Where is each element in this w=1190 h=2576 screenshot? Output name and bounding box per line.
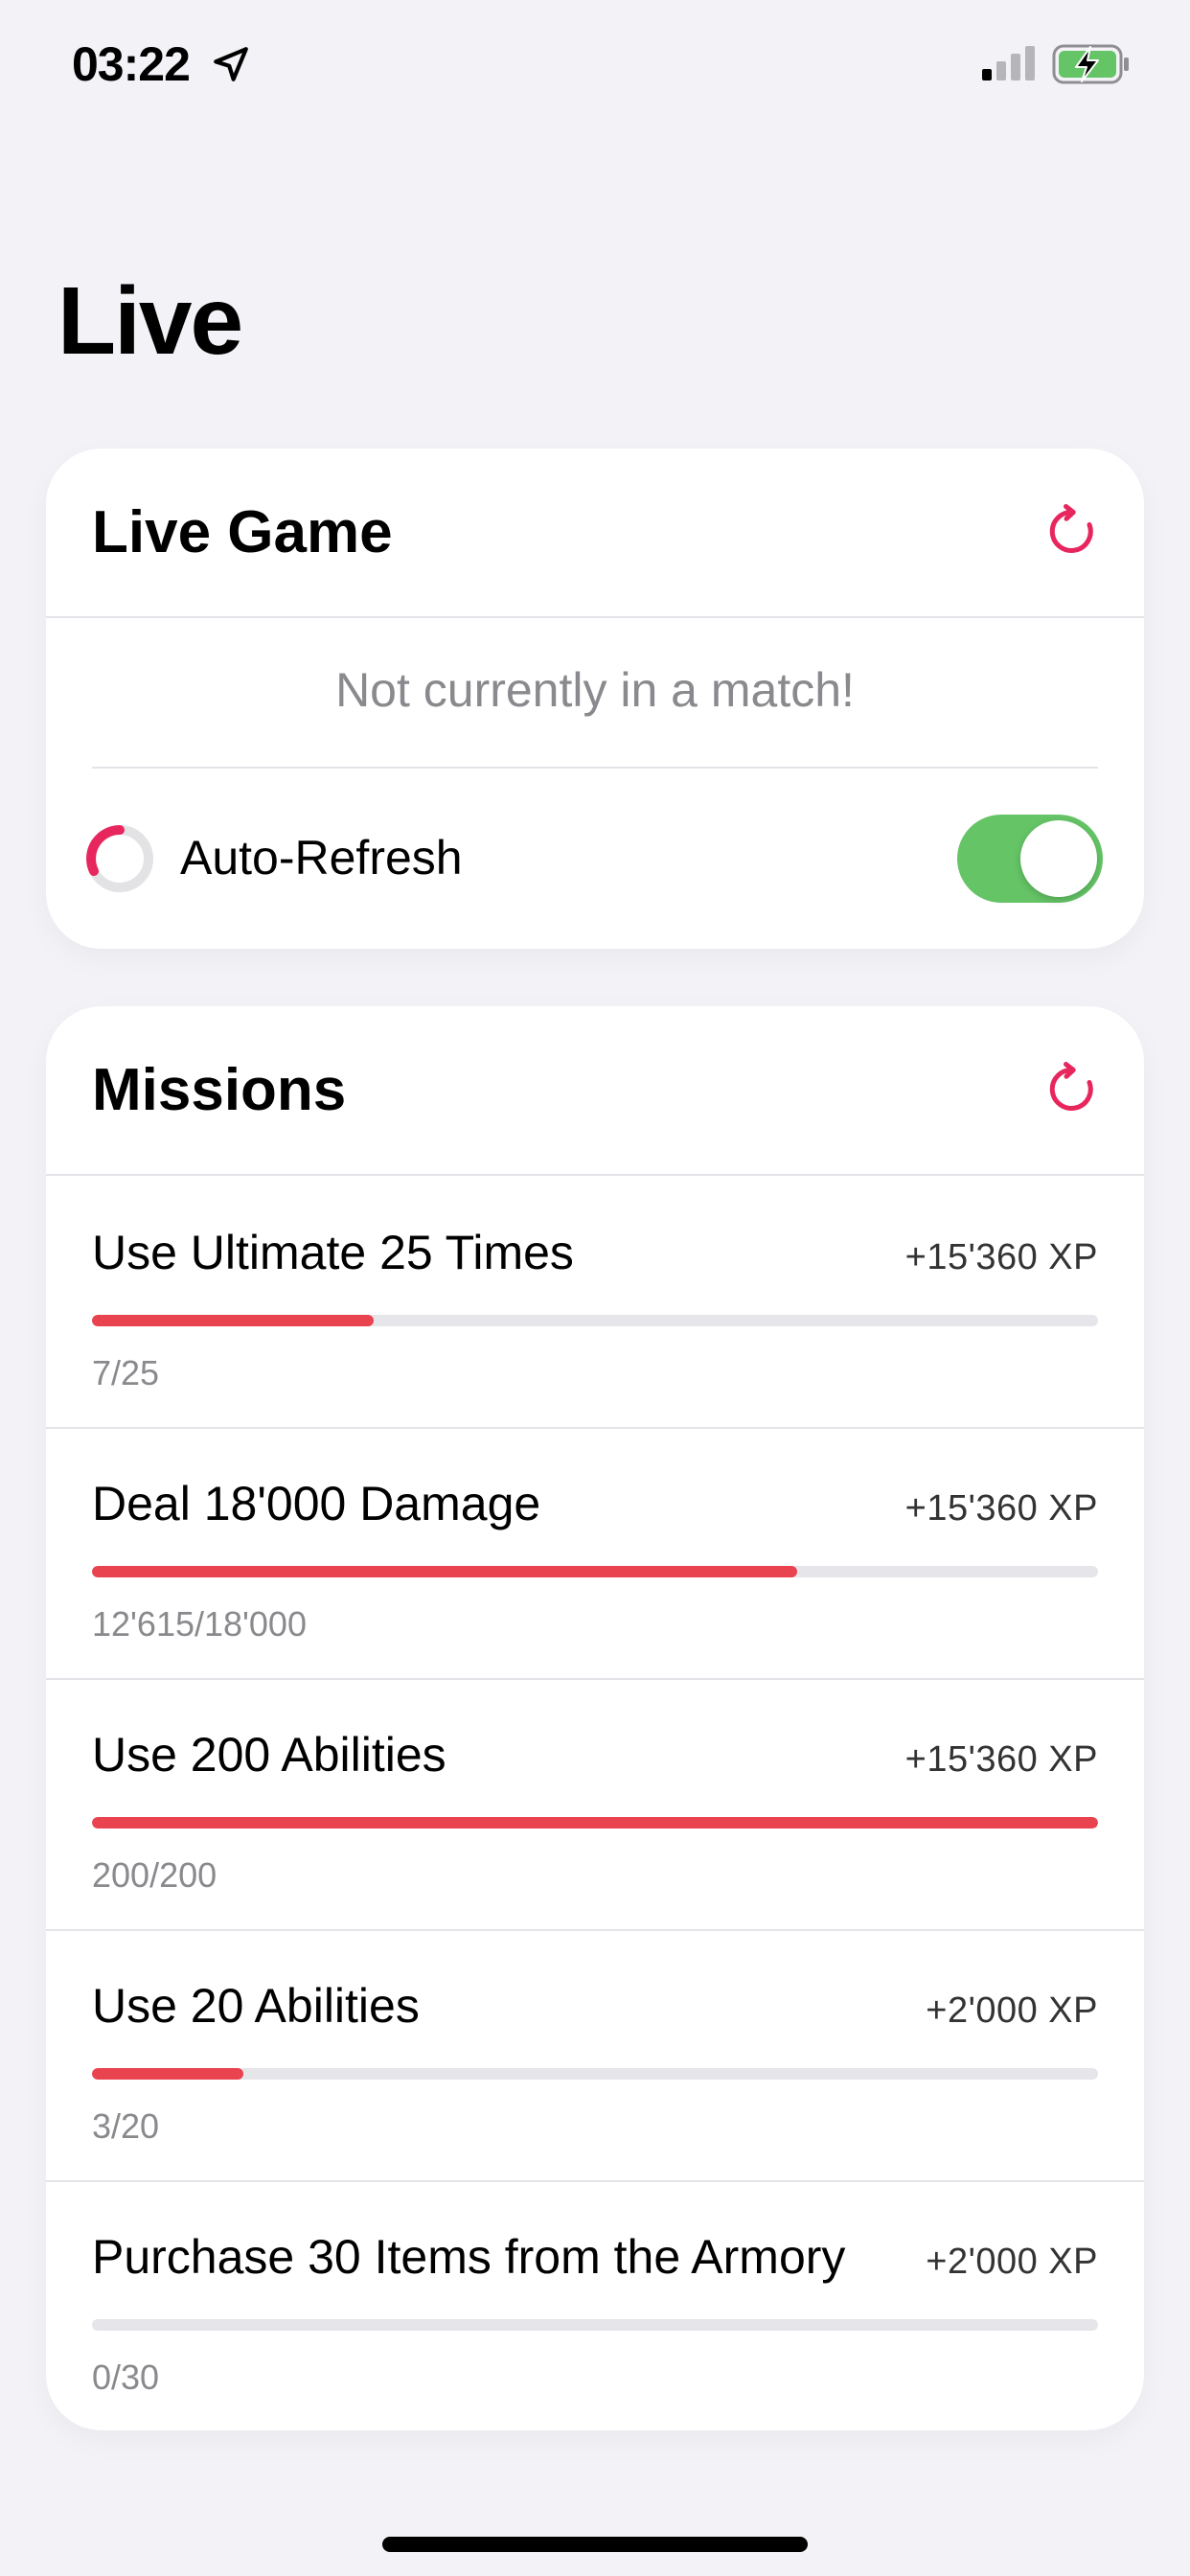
battery-charging-icon: [1052, 44, 1129, 84]
mission-name: Use 20 Abilities: [92, 1979, 420, 2033]
auto-refresh-row: Auto-Refresh: [46, 769, 1144, 949]
mission-name: Deal 18'000 Damage: [92, 1477, 541, 1530]
status-time: 03:22: [72, 37, 191, 91]
mission-progress-bar: [92, 1566, 1098, 1577]
mission-progress-fill: [92, 1817, 1098, 1828]
mission-xp: +15'360 XP: [904, 1488, 1098, 1529]
refresh-timer-ring-icon: [86, 825, 153, 892]
mission-progress-fill: [92, 1315, 374, 1326]
mission-progress-fill: [92, 2068, 243, 2080]
missions-title: Missions: [92, 1057, 347, 1123]
mission-xp: +2'000 XP: [926, 2242, 1098, 2282]
mission-progress-text: 200/200: [92, 1855, 217, 1895]
mission-progress-text: 12'615/18'000: [92, 1604, 307, 1644]
mission-progress-bar: [92, 2319, 1098, 2331]
mission-xp: +2'000 XP: [926, 1990, 1098, 2031]
mission-row: Deal 18'000 Damage +15'360 XP 12'615/18'…: [46, 1427, 1144, 1680]
mission-row: Use 200 Abilities +15'360 XP 200/200: [46, 1678, 1144, 1931]
signal-icon: [982, 46, 1035, 80]
mission-name: Use Ultimate 25 Times: [92, 1226, 574, 1279]
missions-card: Missions Use Ultimate 25 Times +15'360 X…: [46, 1006, 1144, 2430]
mission-progress-text: 7/25: [92, 1353, 160, 1392]
home-indicator[interactable]: [382, 2537, 808, 2552]
mission-progress-bar: [92, 2068, 1098, 2080]
mission-progress-text: 0/30: [92, 2358, 160, 2397]
location-arrow-icon: [214, 47, 248, 81]
auto-refresh-label: Auto-Refresh: [180, 831, 463, 885]
mission-row: Use Ultimate 25 Times +15'360 XP 7/25: [46, 1176, 1144, 1429]
status-bar: 03:22: [0, 0, 1190, 134]
live-game-card: Live Game Not currently in a match! Auto…: [46, 448, 1144, 949]
missions-refresh-icon[interactable]: [1042, 1060, 1100, 1117]
mission-progress-bar: [92, 1817, 1098, 1828]
missions-header: Missions: [46, 1006, 1144, 1176]
mission-row: Use 20 Abilities +2'000 XP 3/20: [46, 1929, 1144, 2182]
page-title: Live: [57, 267, 243, 375]
mission-progress-bar: [92, 1315, 1098, 1326]
mission-name: Use 200 Abilities: [92, 1728, 446, 1782]
live-game-title: Live Game: [92, 499, 393, 565]
mission-xp: +15'360 XP: [904, 1739, 1098, 1780]
mission-name: Purchase 30 Items from the Armory: [92, 2230, 846, 2284]
mission-progress-text: 3/20: [92, 2106, 160, 2146]
live-game-refresh-icon[interactable]: [1042, 502, 1100, 560]
mission-row: Purchase 30 Items from the Armory +2'000…: [46, 2180, 1144, 2430]
mission-progress-fill: [92, 1566, 797, 1577]
mission-xp: +15'360 XP: [904, 1237, 1098, 1277]
live-game-header: Live Game: [46, 448, 1144, 618]
toggle-knob: [1020, 820, 1097, 897]
no-match-message: Not currently in a match!: [335, 663, 855, 717]
auto-refresh-toggle[interactable]: [957, 815, 1103, 903]
